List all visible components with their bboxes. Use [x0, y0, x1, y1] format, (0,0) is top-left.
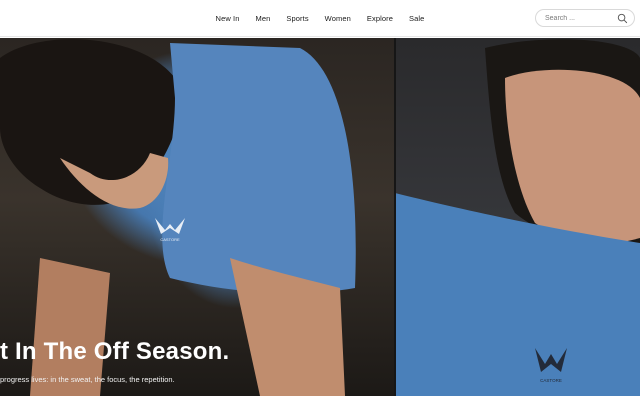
brand-logo-text: CASTORE [160, 237, 180, 242]
nav-link-women[interactable]: Women [325, 14, 351, 23]
hero-headline: t In The Off Season. [0, 338, 230, 365]
hero-banner[interactable]: CASTORE CASTORE t In The Off Season. pro… [0, 38, 640, 396]
nav-link-explore[interactable]: Explore [367, 14, 393, 23]
brand-logo-icon: CASTORE [155, 218, 185, 242]
hero-subtext: progress lives: in the sweat, the focus,… [0, 375, 175, 384]
nav-link-sale[interactable]: Sale [409, 14, 424, 23]
search-icon[interactable] [617, 13, 628, 24]
nav-link-new-in[interactable]: New In [216, 14, 240, 23]
athlete-figure-right [395, 39, 640, 396]
panel-divider [394, 38, 396, 396]
search-box[interactable] [535, 9, 635, 27]
brand-logo-text-right: CASTORE [540, 378, 562, 383]
hero-image-right [395, 38, 640, 396]
brand-logo-icon-right: CASTORE [535, 348, 567, 383]
nav-link-sports[interactable]: Sports [286, 14, 308, 23]
top-navigation-bar: New In Men Sports Women Explore Sale [0, 0, 640, 37]
search-input[interactable] [536, 14, 621, 22]
nav-link-men[interactable]: Men [256, 14, 271, 23]
